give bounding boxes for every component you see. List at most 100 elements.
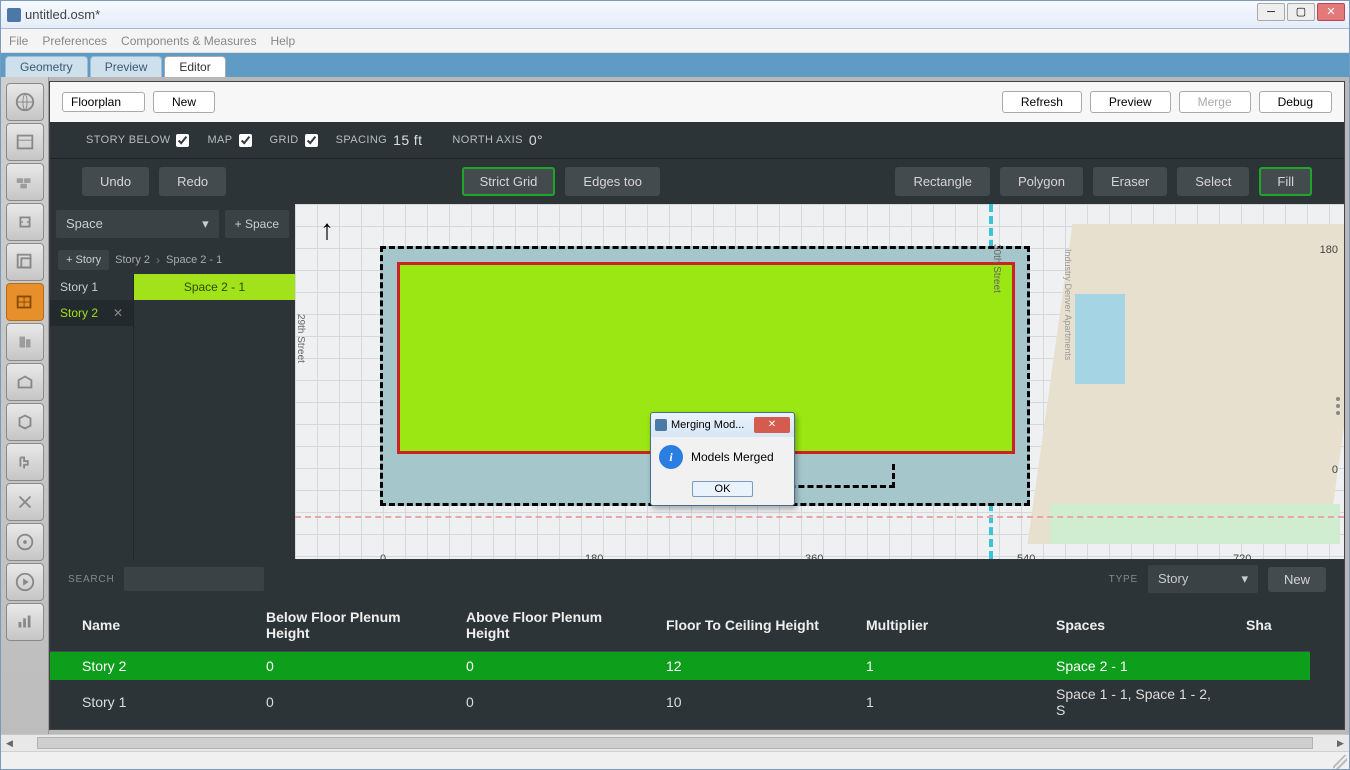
refresh-button[interactable]: Refresh (1002, 91, 1082, 113)
search-input[interactable] (124, 567, 264, 591)
eraser-button[interactable]: Eraser (1093, 167, 1167, 196)
resize-grip-icon[interactable] (1333, 755, 1347, 769)
app-icon (7, 8, 21, 22)
drag-handle-icon[interactable] (1332, 391, 1344, 421)
rectangle-button[interactable]: Rectangle (895, 167, 990, 196)
col-spaces: Spaces (1040, 599, 1230, 652)
col-name: Name (50, 599, 250, 652)
menu-help[interactable]: Help (270, 34, 295, 48)
tab-preview[interactable]: Preview (90, 56, 163, 77)
rail-hvac-icon[interactable] (6, 443, 44, 481)
fill-button[interactable]: Fill (1259, 167, 1312, 196)
minimize-button[interactable]: ─ (1257, 3, 1285, 21)
bottom-new-button[interactable]: New (1268, 567, 1326, 592)
breadcrumb-space[interactable]: Space 2 - 1 (166, 254, 222, 266)
top-tabs: Geometry Preview Editor (1, 53, 1349, 77)
map-checkbox[interactable] (239, 134, 252, 147)
preview-button[interactable]: Preview (1090, 91, 1171, 113)
dialog-close-button[interactable]: ✕ (754, 417, 790, 433)
col-shade: Sha (1230, 599, 1310, 652)
col-below: Below Floor Plenum Height (250, 599, 450, 652)
spacing-value: 15 ft (393, 132, 422, 148)
redo-button[interactable]: Redo (159, 167, 226, 196)
col-mult: Multiplier (850, 599, 1040, 652)
breadcrumb-separator: › (156, 253, 160, 267)
search-label: SEARCH (68, 574, 114, 585)
maximize-button[interactable]: ▢ (1287, 3, 1315, 21)
menubar: File Preferences Components & Measures H… (1, 29, 1349, 53)
street-label-30: 30th Street (991, 244, 1002, 293)
menu-preferences[interactable]: Preferences (42, 34, 107, 48)
titlebar: untitled.osm* ─ ▢ ✕ (1, 1, 1349, 29)
canvas[interactable]: ↑ 29th Street 30th Street Industry Denve… (295, 204, 1344, 559)
undo-button[interactable]: Undo (82, 167, 149, 196)
action-bar: Floorplan New Refresh Preview Merge Debu… (50, 82, 1344, 122)
story-below-checkbox[interactable] (176, 134, 189, 147)
map-label-industry: Industry Denver Apartments (1063, 249, 1073, 361)
story1-item[interactable]: Story 1 (50, 274, 133, 300)
bottom-panel: SEARCH TYPE Story New Name Below Floor P… (50, 559, 1344, 729)
rail-measures-icon[interactable] (6, 523, 44, 561)
edges-too-button[interactable]: Edges too (565, 167, 660, 196)
tab-geometry[interactable]: Geometry (5, 56, 88, 77)
scroll-thumb[interactable] (37, 737, 1313, 749)
options-bar: STORY BELOW MAP GRID SPACING 15 ft NORTH … (50, 122, 1344, 158)
space-item[interactable]: Space 2 - 1 (134, 274, 295, 300)
rail-geometry-icon[interactable] (6, 283, 44, 321)
rail-schedules-icon[interactable] (6, 123, 44, 161)
north-label: NORTH AXIS (452, 134, 522, 146)
col-ftc: Floor To Ceiling Height (650, 599, 850, 652)
table-row[interactable]: Story 200121Space 2 - 1 (50, 652, 1310, 681)
tab-editor[interactable]: Editor (164, 56, 225, 77)
entity-type-select[interactable]: Space (56, 210, 219, 238)
story-below-label: STORY BELOW (86, 134, 170, 146)
merge-dialog: Merging Mod... ✕ i Models Merged OK (650, 412, 795, 506)
grid-label: GRID (270, 134, 299, 146)
select-button[interactable]: Select (1177, 167, 1249, 196)
rail-loads-icon[interactable] (6, 203, 44, 241)
story-table: Name Below Floor Plenum Height Above Flo… (50, 599, 1310, 724)
horizontal-scrollbar[interactable]: ◀ ▶ (1, 734, 1349, 751)
rail-variables-icon[interactable] (6, 483, 44, 521)
breadcrumb-story[interactable]: Story 2 (115, 254, 150, 266)
street-label-29: 29th Street (295, 314, 306, 363)
menu-components[interactable]: Components & Measures (121, 34, 256, 48)
close-button[interactable]: ✕ (1317, 3, 1345, 21)
type-label: TYPE (1109, 574, 1138, 585)
rail-facility-icon[interactable] (6, 323, 44, 361)
add-space-button[interactable]: + Space (225, 210, 289, 238)
dialog-ok-button[interactable]: OK (692, 481, 754, 497)
story2-item[interactable]: Story 2✕ (50, 300, 133, 326)
bottom-type-select[interactable]: Story (1148, 565, 1258, 593)
rail-spaces-icon[interactable] (6, 363, 44, 401)
add-story-button[interactable]: + Story (58, 250, 109, 270)
strict-grid-button[interactable]: Strict Grid (462, 167, 556, 196)
left-panel: Space + Space + Story Story 2 › Space 2 … (50, 204, 295, 559)
table-row[interactable]: Story 100101Space 1 - 1, Space 1 - 2, S (50, 680, 1310, 724)
rail-simulation-icon[interactable] (6, 563, 44, 601)
dialog-title: Merging Mod... (671, 419, 744, 431)
info-icon: i (659, 445, 683, 469)
merge-button[interactable]: Merge (1179, 91, 1251, 113)
floorplan-select[interactable]: Floorplan (62, 92, 145, 112)
map-label: MAP (207, 134, 232, 146)
rail-spacetype-icon[interactable] (6, 243, 44, 281)
debug-button[interactable]: Debug (1259, 91, 1332, 113)
menu-file[interactable]: File (9, 34, 28, 48)
window-title: untitled.osm* (25, 7, 100, 22)
rail-site-icon[interactable] (6, 83, 44, 121)
rail-results-icon[interactable] (6, 603, 44, 641)
rail-constructions-icon[interactable] (6, 163, 44, 201)
icon-rail (1, 77, 49, 734)
rail-thermal-icon[interactable] (6, 403, 44, 441)
tools-bar: Undo Redo Strict Grid Edges too Rectangl… (50, 158, 1344, 204)
polygon-button[interactable]: Polygon (1000, 167, 1083, 196)
new-button[interactable]: New (153, 91, 215, 113)
scroll-right-icon[interactable]: ▶ (1332, 735, 1349, 752)
close-icon[interactable]: ✕ (113, 306, 123, 320)
spacing-label: SPACING (336, 134, 388, 146)
grid-checkbox[interactable] (305, 134, 318, 147)
scroll-left-icon[interactable]: ◀ (1, 735, 18, 752)
dialog-icon (655, 419, 667, 431)
dialog-message: Models Merged (691, 450, 774, 464)
